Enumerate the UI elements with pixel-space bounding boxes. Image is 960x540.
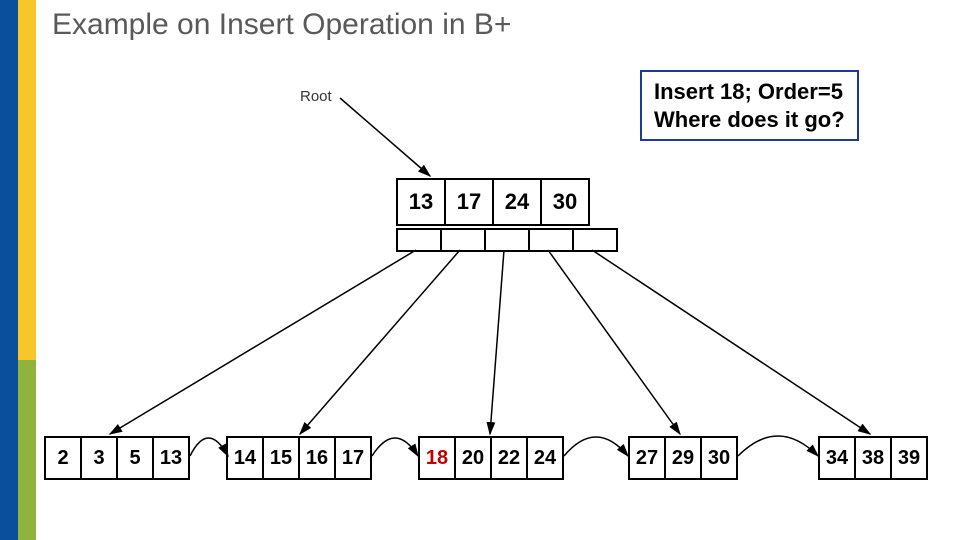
leaf-cell: 14 — [228, 438, 264, 478]
root-key: 24 — [494, 180, 542, 224]
slide-title: Example on Insert Operation in B+ — [52, 8, 511, 42]
leaf-node-1: 14 15 16 17 — [226, 436, 372, 480]
leaf-cell: 38 — [856, 438, 892, 478]
leaf-cell: 3 — [82, 438, 118, 478]
arrow-ptr-2 — [490, 250, 504, 434]
arrow-ptr-1 — [300, 250, 460, 434]
leaf-cell: 5 — [118, 438, 154, 478]
leaf-cell: 30 — [702, 438, 736, 478]
sidebar-green — [18, 360, 36, 540]
arrow-ptr-0 — [110, 250, 416, 434]
root-pointer — [442, 230, 486, 250]
root-node: 13 17 24 30 — [396, 178, 590, 226]
leaf-cell: 17 — [336, 438, 370, 478]
leaf-node-3: 27 29 30 — [628, 436, 738, 480]
leaf-cell-inserted: 18 — [420, 438, 456, 478]
leaf-cell: 22 — [492, 438, 528, 478]
leaf-node-0: 2 3 5 13 — [44, 436, 190, 480]
leaf-cell: 27 — [630, 438, 666, 478]
leaf-cell: 39 — [892, 438, 926, 478]
left-color-bar — [0, 0, 36, 540]
arrow-ptr-3 — [548, 250, 680, 434]
leaf-cell: 20 — [456, 438, 492, 478]
leaf-link-1-2 — [372, 438, 418, 456]
root-key: 30 — [542, 180, 588, 224]
root-key: 17 — [446, 180, 494, 224]
callout-line-2: Where does it go? — [654, 107, 845, 132]
root-pointer — [530, 230, 574, 250]
leaf-cell: 16 — [300, 438, 336, 478]
leaf-cell: 24 — [528, 438, 562, 478]
arrow-ptr-4 — [592, 250, 870, 434]
root-pointer — [398, 230, 442, 250]
leaf-cell: 34 — [820, 438, 856, 478]
root-pointer — [486, 230, 530, 250]
leaf-node-2: 18 20 22 24 — [418, 436, 564, 480]
leaf-cell: 13 — [154, 438, 188, 478]
leaf-cell: 29 — [666, 438, 702, 478]
sidebar-blue — [0, 0, 18, 540]
root-label: Root — [300, 88, 332, 105]
leaf-cell: 15 — [264, 438, 300, 478]
root-key: 13 — [398, 180, 446, 224]
insert-callout: Insert 18; Order=5 Where does it go? — [640, 70, 859, 141]
leaf-cell: 2 — [46, 438, 82, 478]
sidebar-yellow — [18, 0, 36, 360]
leaf-link-0-1 — [190, 438, 228, 456]
leaf-link-3-4 — [738, 436, 818, 456]
leaf-node-4: 34 38 39 — [818, 436, 928, 480]
leaf-link-2-3 — [564, 437, 628, 456]
root-pointer — [574, 230, 616, 250]
root-pointer-bar — [396, 228, 618, 252]
callout-line-1: Insert 18; Order=5 — [654, 79, 843, 104]
arrow-root-label — [340, 98, 430, 176]
